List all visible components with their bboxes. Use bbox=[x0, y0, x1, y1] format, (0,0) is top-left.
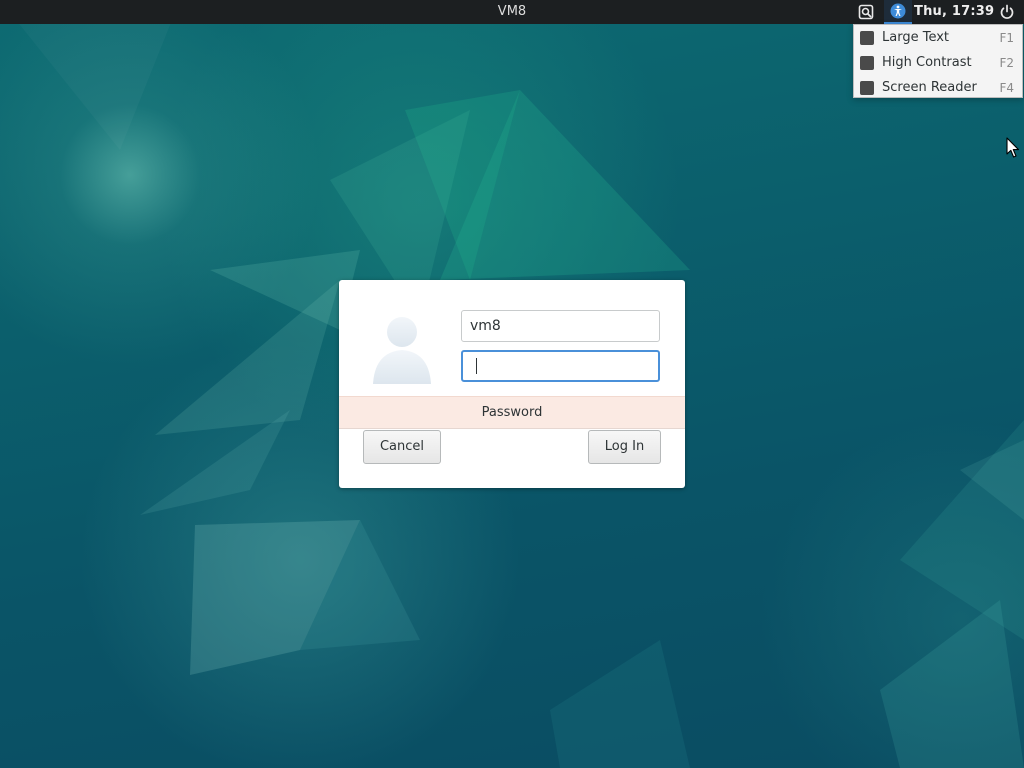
accessibility-icon[interactable] bbox=[884, 0, 912, 24]
cancel-button[interactable]: Cancel bbox=[363, 430, 441, 464]
menu-item-shortcut: F2 bbox=[999, 55, 1014, 70]
log-in-button[interactable]: Log In bbox=[588, 430, 661, 464]
power-icon[interactable] bbox=[997, 2, 1017, 22]
password-prompt: Password bbox=[339, 396, 685, 429]
user-avatar-icon bbox=[369, 314, 435, 390]
menu-item-label: High Contrast bbox=[882, 55, 972, 70]
keyboard-layout-icon[interactable] bbox=[856, 2, 876, 22]
menu-item-label: Screen Reader bbox=[882, 80, 977, 95]
top-bar: VM8 Thu, 17:39 bbox=[0, 0, 1024, 24]
accessibility-menu: Large Text F1 High Contrast F2 Screen Re… bbox=[853, 24, 1023, 98]
menu-item-high-contrast[interactable]: High Contrast F2 bbox=[854, 50, 1022, 75]
clock[interactable]: Thu, 17:39 bbox=[914, 0, 994, 24]
username-value: vm8 bbox=[470, 318, 501, 334]
menu-item-screen-reader[interactable]: Screen Reader F4 bbox=[854, 75, 1022, 100]
menu-item-label: Large Text bbox=[882, 30, 949, 45]
high-contrast-checkbox[interactable] bbox=[860, 55, 874, 70]
menu-item-shortcut: F4 bbox=[999, 80, 1014, 95]
screen-reader-checkbox[interactable] bbox=[860, 80, 874, 95]
text-caret bbox=[476, 358, 477, 374]
username-field[interactable]: vm8 bbox=[461, 310, 660, 342]
password-field[interactable] bbox=[461, 350, 660, 382]
mouse-pointer-icon bbox=[1006, 137, 1020, 163]
menu-item-large-text[interactable]: Large Text F1 bbox=[854, 25, 1022, 50]
menu-item-shortcut: F1 bbox=[999, 30, 1014, 45]
large-text-checkbox[interactable] bbox=[860, 30, 874, 45]
login-dialog: vm8 Password Cancel Log In bbox=[339, 280, 685, 488]
